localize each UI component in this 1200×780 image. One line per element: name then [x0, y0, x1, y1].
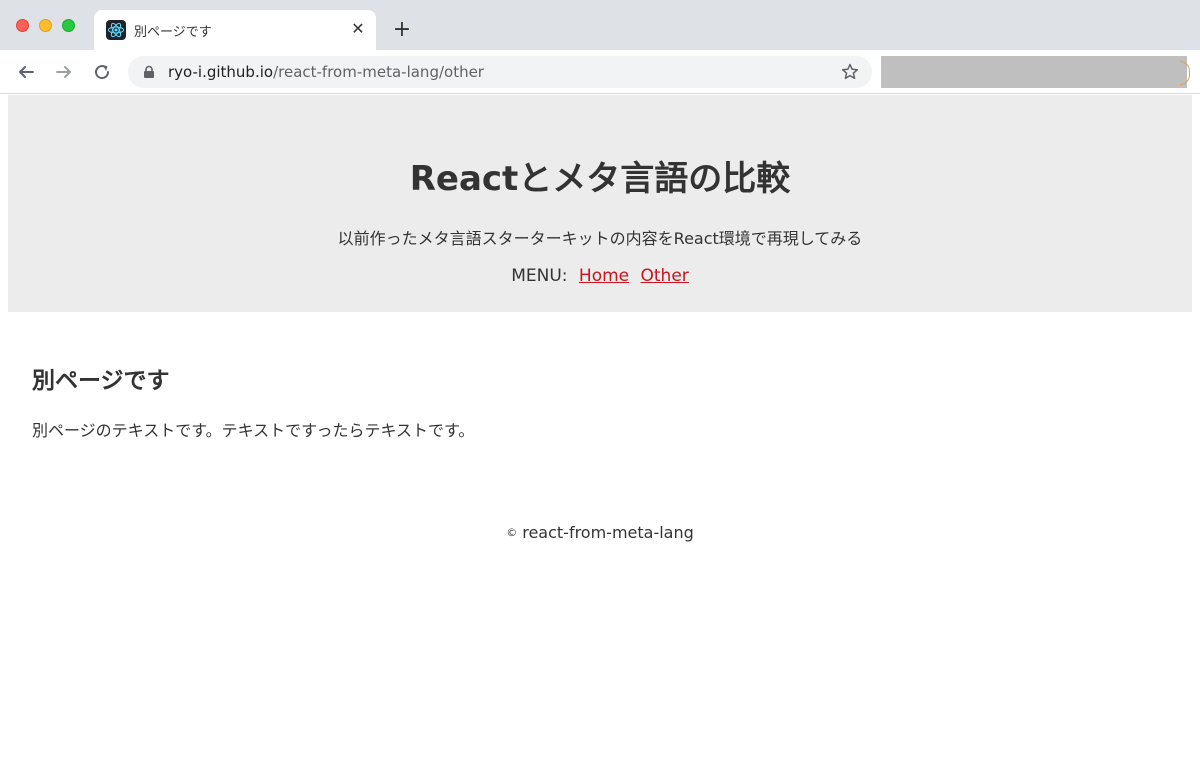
redacted-area	[881, 56, 1187, 88]
forward-button[interactable]	[50, 58, 78, 86]
arrow-left-icon	[19, 66, 34, 78]
close-window-button[interactable]	[16, 19, 29, 32]
menu-label: MENU:	[511, 266, 568, 286]
arrow-right-icon	[56, 66, 71, 78]
react-logo-icon	[106, 20, 126, 40]
page-body-text: 別ページのテキストです。テキストですったらテキストです。	[32, 421, 475, 440]
back-button[interactable]	[12, 58, 40, 86]
page-heading: 別ページです	[32, 368, 170, 394]
tab-close-icon[interactable]: ✕	[348, 19, 368, 39]
reload-icon	[95, 65, 110, 80]
profile-button-edge[interactable]	[1180, 61, 1190, 85]
copyright-symbol: ©	[506, 526, 518, 539]
browser-tab[interactable]: 別ページです ✕	[94, 10, 376, 50]
main-menu: MENU: Home Other	[8, 266, 1192, 286]
browser-toolbar: ryo-i.github.io/react-from-meta-lang/oth…	[0, 50, 1200, 94]
site-footer: © react-from-meta-lang	[0, 523, 1200, 542]
menu-link-other[interactable]: Other	[641, 266, 689, 286]
browser-titlebar: 別ページです ✕ +	[0, 0, 1200, 50]
site-title: Reactとメタ言語の比較	[409, 159, 791, 199]
maximize-window-button[interactable]	[62, 19, 75, 32]
minimize-window-button[interactable]	[39, 19, 52, 32]
tab-title: 別ページです	[134, 25, 212, 40]
new-tab-button[interactable]: +	[390, 18, 414, 42]
url-host: ryo-i.github.io	[168, 63, 274, 81]
page-viewport: Reactとメタ言語の比較 以前作ったメタ言語スターターキットの内容をReact…	[0, 95, 1200, 780]
url-text[interactable]: ryo-i.github.io/react-from-meta-lang/oth…	[168, 63, 484, 81]
reload-button[interactable]	[88, 58, 116, 86]
menu-link-home[interactable]: Home	[579, 266, 629, 286]
url-path: /react-from-meta-lang/other	[273, 63, 484, 81]
star-icon[interactable]	[840, 62, 860, 82]
address-bar[interactable]: ryo-i.github.io/react-from-meta-lang/oth…	[128, 56, 872, 88]
lock-icon	[144, 65, 154, 78]
site-header: Reactとメタ言語の比較 以前作ったメタ言語スターターキットの内容をReact…	[8, 95, 1192, 312]
site-subtitle: 以前作ったメタ言語スターターキットの内容をReact環境で再現してみる	[337, 229, 863, 248]
footer-text: react-from-meta-lang	[522, 523, 694, 542]
